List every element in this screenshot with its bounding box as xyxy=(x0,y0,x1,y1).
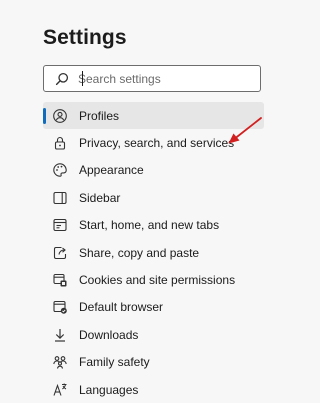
sidebar-item-label: Privacy, search, and services xyxy=(79,136,235,151)
settings-panel: Settings Profiles Privacy, search, and s… xyxy=(0,0,283,400)
sidebar-item-label: Sidebar xyxy=(79,190,121,205)
family-icon xyxy=(52,354,68,370)
sidebar-item-appearance[interactable]: Appearance xyxy=(43,157,264,184)
cookies-icon xyxy=(52,272,68,288)
search-input[interactable] xyxy=(78,71,248,86)
home-tabs-icon xyxy=(52,217,68,233)
languages-icon xyxy=(52,382,68,398)
sidebar-item-label: Languages xyxy=(79,382,139,397)
annotation-arrow xyxy=(228,117,262,144)
sidebar-icon xyxy=(52,190,68,206)
browser-icon xyxy=(52,299,68,315)
sidebar-item-default-browser[interactable]: Default browser xyxy=(43,294,264,321)
sidebar-item-label: Default browser xyxy=(79,300,164,315)
search-icon xyxy=(55,72,69,86)
search-box[interactable] xyxy=(43,65,261,92)
sidebar-item-share[interactable]: Share, copy and paste xyxy=(43,239,264,266)
settings-nav: Profiles Privacy, search, and services A… xyxy=(43,102,264,403)
page-title: Settings xyxy=(43,26,127,49)
sidebar-item-label: Cookies and site permissions xyxy=(79,273,236,288)
sidebar-item-label: Downloads xyxy=(79,327,139,342)
sidebar-item-cookies[interactable]: Cookies and site permissions xyxy=(43,266,264,293)
share-icon xyxy=(52,245,68,261)
sidebar-item-downloads[interactable]: Downloads xyxy=(43,321,264,348)
sidebar-item-languages[interactable]: Languages xyxy=(43,376,264,403)
text-cursor xyxy=(82,71,83,86)
palette-icon xyxy=(52,162,68,178)
lock-icon xyxy=(52,135,68,151)
sidebar-item-label: Appearance xyxy=(79,163,144,178)
profile-icon xyxy=(52,108,68,124)
sidebar-item-sidebar[interactable]: Sidebar xyxy=(43,184,264,211)
sidebar-item-label: Profiles xyxy=(79,108,120,123)
sidebar-item-label: Start, home, and new tabs xyxy=(79,218,220,233)
sidebar-item-label: Share, copy and paste xyxy=(79,245,200,260)
sidebar-item-family-safety[interactable]: Family safety xyxy=(43,349,264,376)
sidebar-item-start-home[interactable]: Start, home, and new tabs xyxy=(43,212,264,239)
sidebar-item-label: Family safety xyxy=(79,355,150,370)
download-icon xyxy=(52,327,68,343)
